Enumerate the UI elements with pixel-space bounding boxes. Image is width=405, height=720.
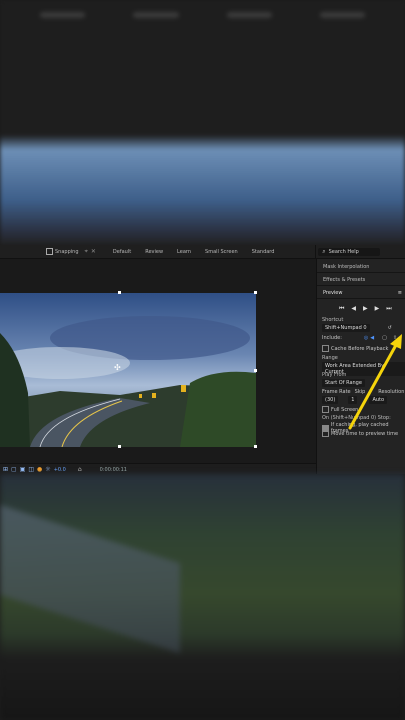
full-screen-checkbox[interactable] — [322, 406, 329, 413]
search-icon: ⌕ — [322, 247, 326, 255]
first-frame-icon[interactable]: ⏮ — [339, 305, 344, 313]
channel-icon[interactable]: ◫ — [28, 466, 34, 473]
last-frame-icon[interactable]: ⏭ — [386, 305, 391, 313]
on-stop-label: On (Shift+Numpad 0) Stop: — [322, 415, 391, 421]
transform-handle[interactable] — [118, 445, 121, 448]
blurred-background-bottom — [0, 474, 405, 720]
resolution-dropdown[interactable]: Auto — [369, 396, 388, 404]
workspace-learn[interactable]: Learn — [177, 249, 191, 255]
include-label: Include: — [322, 335, 342, 341]
shortcut-row: Shift+Numpad 0 ↺ — [322, 324, 392, 332]
shortcut-label: Shortcut — [322, 317, 344, 323]
move-time-row[interactable]: Move time to preview time — [322, 430, 398, 437]
workspace-default[interactable]: Default — [113, 249, 131, 255]
transform-handle[interactable] — [254, 291, 257, 294]
timecode[interactable]: 0:00:00:11 — [100, 467, 127, 473]
reset-icon[interactable]: ↺ — [388, 325, 392, 331]
transform-handle[interactable] — [254, 445, 257, 448]
anchor-point-icon[interactable]: ✣ — [114, 363, 121, 372]
workspace-bar: Snapping ⌖ ✕ Default Review Learn Small … — [0, 245, 405, 259]
cache-before-playback-checkbox[interactable] — [322, 345, 329, 352]
right-panel: Mask Interpolation Effects & Presets Pre… — [316, 259, 405, 474]
resolution-label: Resolution — [378, 389, 405, 395]
region-icon[interactable]: ▣ — [20, 466, 26, 473]
blurred-road — [0, 504, 180, 654]
exposure-icon[interactable]: ☼ — [45, 466, 50, 473]
cache-before-playback-label: Cache Before Playback — [331, 345, 389, 352]
preview-tab[interactable]: Preview ≡ — [317, 288, 405, 299]
preview-title: Preview — [323, 290, 343, 296]
frame-rate-dropdown[interactable]: (30) — [322, 396, 339, 404]
workspace-small-screen[interactable]: Small Screen — [205, 249, 238, 255]
workspace-standard[interactable]: Standard — [252, 249, 275, 255]
after-effects-window: Snapping ⌖ ✕ Default Review Learn Small … — [0, 245, 405, 474]
move-time-label: Move time to preview time — [331, 430, 399, 437]
snapping-checkbox[interactable] — [46, 248, 53, 255]
video-include-icon[interactable]: ◎ — [364, 335, 368, 341]
blurred-background-top — [0, 0, 405, 245]
composition-viewer[interactable]: ✣ — [0, 259, 316, 474]
play-from-label: Play From — [322, 372, 347, 378]
preview-transport: ⏮ ◀ ▶ ▶ ⏭ — [339, 305, 392, 313]
frame-rate-label: Frame Rate — [322, 389, 351, 395]
composition-footer: ⊞ ▢ ▣ ◫ ● ☼ +0.0 ⌂ 0:00:00:11 — [0, 463, 316, 474]
expand-icon[interactable]: ✕ — [91, 248, 96, 255]
include-row: Include: ◎ ◀ ▢ ⇪ — [322, 335, 397, 341]
overlay-include-icon[interactable]: ▢ — [382, 335, 387, 341]
skip-label: Skip — [354, 389, 366, 395]
export-include-icon[interactable]: ⇪ — [393, 335, 397, 341]
effects-presets-tab[interactable]: Effects & Presets — [317, 275, 405, 286]
snapping-label: Snapping — [55, 248, 79, 255]
skip-dropdown[interactable]: 1 — [348, 396, 358, 404]
transform-handle[interactable] — [254, 369, 257, 372]
audio-include-icon[interactable]: ◀ — [370, 335, 374, 341]
full-screen-row[interactable]: Full Screen — [322, 406, 358, 413]
help-area: ⌕ Search Help — [315, 245, 405, 258]
color-icon[interactable]: ● — [37, 466, 42, 473]
next-frame-icon[interactable]: ▶ — [375, 305, 380, 313]
play-from-dropdown[interactable]: Start Of Range — [322, 379, 365, 387]
range-label: Range — [322, 355, 338, 361]
workspace-left: Snapping ⌖ ✕ Default Review Learn Small … — [0, 248, 315, 256]
cache-before-playback-row[interactable]: Cache Before Playback — [322, 345, 388, 352]
landscape-image — [0, 293, 256, 447]
search-help-placeholder: Search Help — [328, 248, 359, 255]
snap-icon[interactable]: ⌖ — [85, 248, 88, 256]
move-time-checkbox[interactable] — [322, 430, 329, 437]
blurred-menu — [40, 12, 365, 22]
frame-rate-labels: Frame Rate Skip Resolution — [322, 389, 404, 395]
play-from-row: Start Of Range — [322, 379, 365, 387]
mask-interpolation-tab[interactable]: Mask Interpolation — [317, 262, 405, 273]
play-icon[interactable]: ▶ — [363, 305, 368, 313]
panel-menu-icon[interactable]: ≡ — [398, 290, 402, 296]
mask-icon[interactable]: ▢ — [11, 466, 17, 473]
prev-frame-icon[interactable]: ◀ — [351, 305, 356, 313]
full-screen-label: Full Screen — [331, 406, 359, 413]
frame-rate-values: (30) 1 Auto — [322, 396, 388, 404]
shortcut-dropdown[interactable]: Shift+Numpad 0 — [322, 324, 370, 332]
search-help-input[interactable]: ⌕ Search Help — [318, 247, 381, 256]
video-frame[interactable]: ✣ — [0, 293, 256, 447]
grid-icon[interactable]: ⊞ — [3, 466, 8, 473]
workspace-review[interactable]: Review — [145, 249, 163, 255]
camera-icon[interactable]: ⌂ — [78, 466, 82, 473]
transform-handle[interactable] — [118, 291, 121, 294]
exposure-value[interactable]: +0.0 — [54, 467, 66, 473]
